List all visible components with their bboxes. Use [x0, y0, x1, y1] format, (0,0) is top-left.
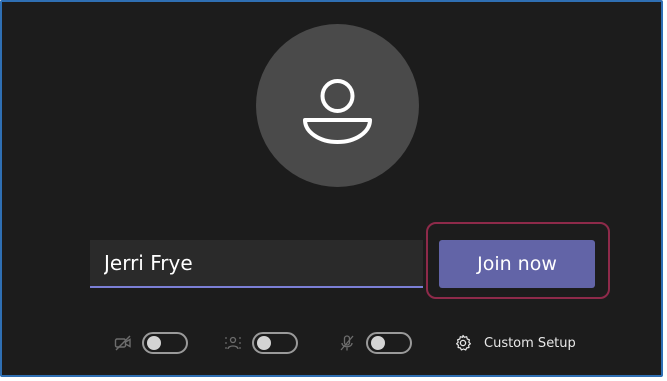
- toggle-knob: [371, 336, 385, 350]
- camera-control: [114, 330, 188, 356]
- join-now-button[interactable]: Join now: [439, 240, 595, 288]
- background-toggle[interactable]: [252, 332, 298, 354]
- custom-setup-label: Custom Setup: [484, 335, 576, 351]
- microphone-off-icon: [340, 335, 354, 351]
- avatar: [256, 24, 419, 187]
- toggle-knob: [147, 336, 161, 350]
- microphone-toggle[interactable]: [366, 332, 412, 354]
- camera-toggle[interactable]: [142, 332, 188, 354]
- background-control: [224, 330, 298, 356]
- gear-icon: [456, 334, 471, 351]
- name-input[interactable]: [90, 240, 423, 288]
- person-icon: [303, 79, 372, 144]
- microphone-control: [338, 330, 412, 356]
- blur-background-icon: [225, 336, 241, 350]
- prejoin-window: Join now: [0, 0, 663, 377]
- custom-setup-button[interactable]: Custom Setup: [454, 331, 576, 355]
- camera-off-icon: [114, 335, 131, 351]
- toggle-knob: [257, 336, 271, 350]
